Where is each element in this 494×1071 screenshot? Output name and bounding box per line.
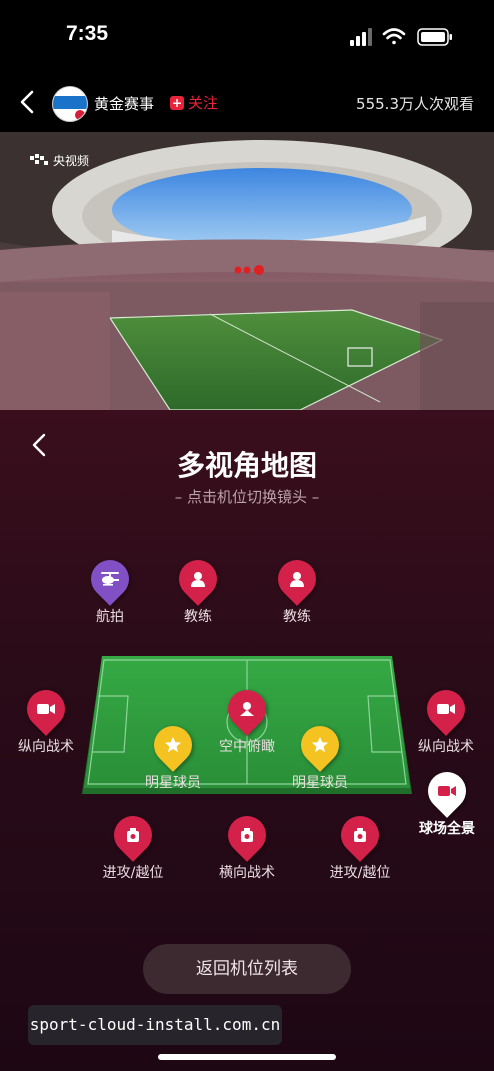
star-icon bbox=[311, 736, 329, 753]
signal-icon bbox=[350, 28, 372, 46]
status-time: 7:35 bbox=[66, 22, 109, 45]
wifi-icon bbox=[382, 28, 406, 45]
camera-aerial[interactable]: 航拍 bbox=[83, 552, 137, 626]
viewer-count: 555.3万人次观看 bbox=[356, 95, 474, 113]
back-arrow-icon[interactable] bbox=[14, 86, 42, 118]
camera-label: 横向战术 bbox=[219, 865, 275, 881]
panel-subtitle: – 点击机位切换镜头 – bbox=[174, 488, 320, 506]
helicopter-icon bbox=[101, 572, 119, 586]
multi-angle-panel: 多视角地图 – 点击机位切换镜头 – 航拍 教练 教练 纵向战术 空中俯瞰 纵向… bbox=[0, 410, 494, 1071]
camera-label: 教练 bbox=[283, 609, 311, 625]
camera-label: 明星球员 bbox=[292, 775, 348, 791]
stadium-image bbox=[0, 132, 494, 410]
status-bar: 7:35 bbox=[0, 0, 494, 74]
url-overlay: sport-cloud-install.com.cn bbox=[28, 1005, 282, 1045]
star-icon bbox=[164, 736, 182, 753]
cctv-logo-icon bbox=[30, 154, 48, 165]
camera-spider-cam[interactable]: 空中俯瞰 bbox=[212, 682, 282, 756]
battery-icon bbox=[417, 28, 452, 46]
camera-icon bbox=[127, 828, 139, 842]
camera-icon bbox=[354, 828, 366, 842]
camera-label: 航拍 bbox=[96, 609, 124, 625]
camera-attack-offside-left[interactable]: 进攻/越位 bbox=[98, 808, 168, 882]
camera-vertical-right[interactable]: 纵向战术 bbox=[418, 682, 474, 756]
follow-button[interactable]: + 关注 bbox=[170, 92, 218, 113]
video-camera-icon bbox=[37, 704, 55, 714]
camera-vertical-left[interactable]: 纵向战术 bbox=[18, 682, 74, 756]
back-to-list-button[interactable]: 返回机位列表 bbox=[143, 944, 351, 994]
video-camera-icon bbox=[438, 786, 456, 796]
live-video[interactable]: 央视频 bbox=[0, 132, 494, 410]
spider-cam-icon bbox=[240, 702, 254, 716]
cctv-watermark-text: 央视频 bbox=[53, 154, 90, 168]
camera-label: 进攻/越位 bbox=[102, 865, 164, 881]
person-icon bbox=[191, 572, 205, 587]
camera-label: 明星球员 bbox=[145, 775, 201, 791]
camera-star-player-2[interactable]: 明星球员 bbox=[290, 718, 350, 792]
panel-title: 多视角地图 bbox=[176, 449, 317, 482]
channel-avatar[interactable] bbox=[52, 86, 88, 122]
camera-label: 进攻/越位 bbox=[329, 865, 391, 881]
camera-label: 纵向战术 bbox=[418, 739, 474, 755]
home-indicator[interactable] bbox=[158, 1054, 336, 1060]
cctv-watermark: 央视频 bbox=[30, 152, 89, 169]
camera-coach-1[interactable]: 教练 bbox=[171, 552, 225, 626]
person-icon bbox=[290, 572, 304, 587]
camera-star-player-1[interactable]: 明星球员 bbox=[143, 718, 203, 792]
camera-attack-offside-right[interactable]: 进攻/越位 bbox=[325, 808, 395, 882]
video-camera-icon bbox=[437, 704, 455, 714]
camera-stadium-panorama[interactable]: 球场全景 bbox=[417, 764, 477, 838]
camera-label: 空中俯瞰 bbox=[219, 739, 275, 755]
channel-name[interactable]: 黄金赛事 bbox=[94, 93, 154, 114]
status-icons bbox=[350, 28, 452, 46]
camera-label: 教练 bbox=[184, 609, 212, 625]
camera-label: 球场全景 bbox=[419, 821, 475, 837]
camera-label: 纵向战术 bbox=[18, 739, 74, 755]
camera-icon bbox=[241, 828, 253, 842]
live-header: 黄金赛事 + 关注 555.3万人次观看 bbox=[0, 74, 494, 132]
plus-icon: + bbox=[170, 96, 184, 110]
follow-label: 关注 bbox=[188, 94, 219, 112]
camera-coach-2[interactable]: 教练 bbox=[270, 552, 324, 626]
camera-horizontal[interactable]: 横向战术 bbox=[212, 808, 282, 882]
